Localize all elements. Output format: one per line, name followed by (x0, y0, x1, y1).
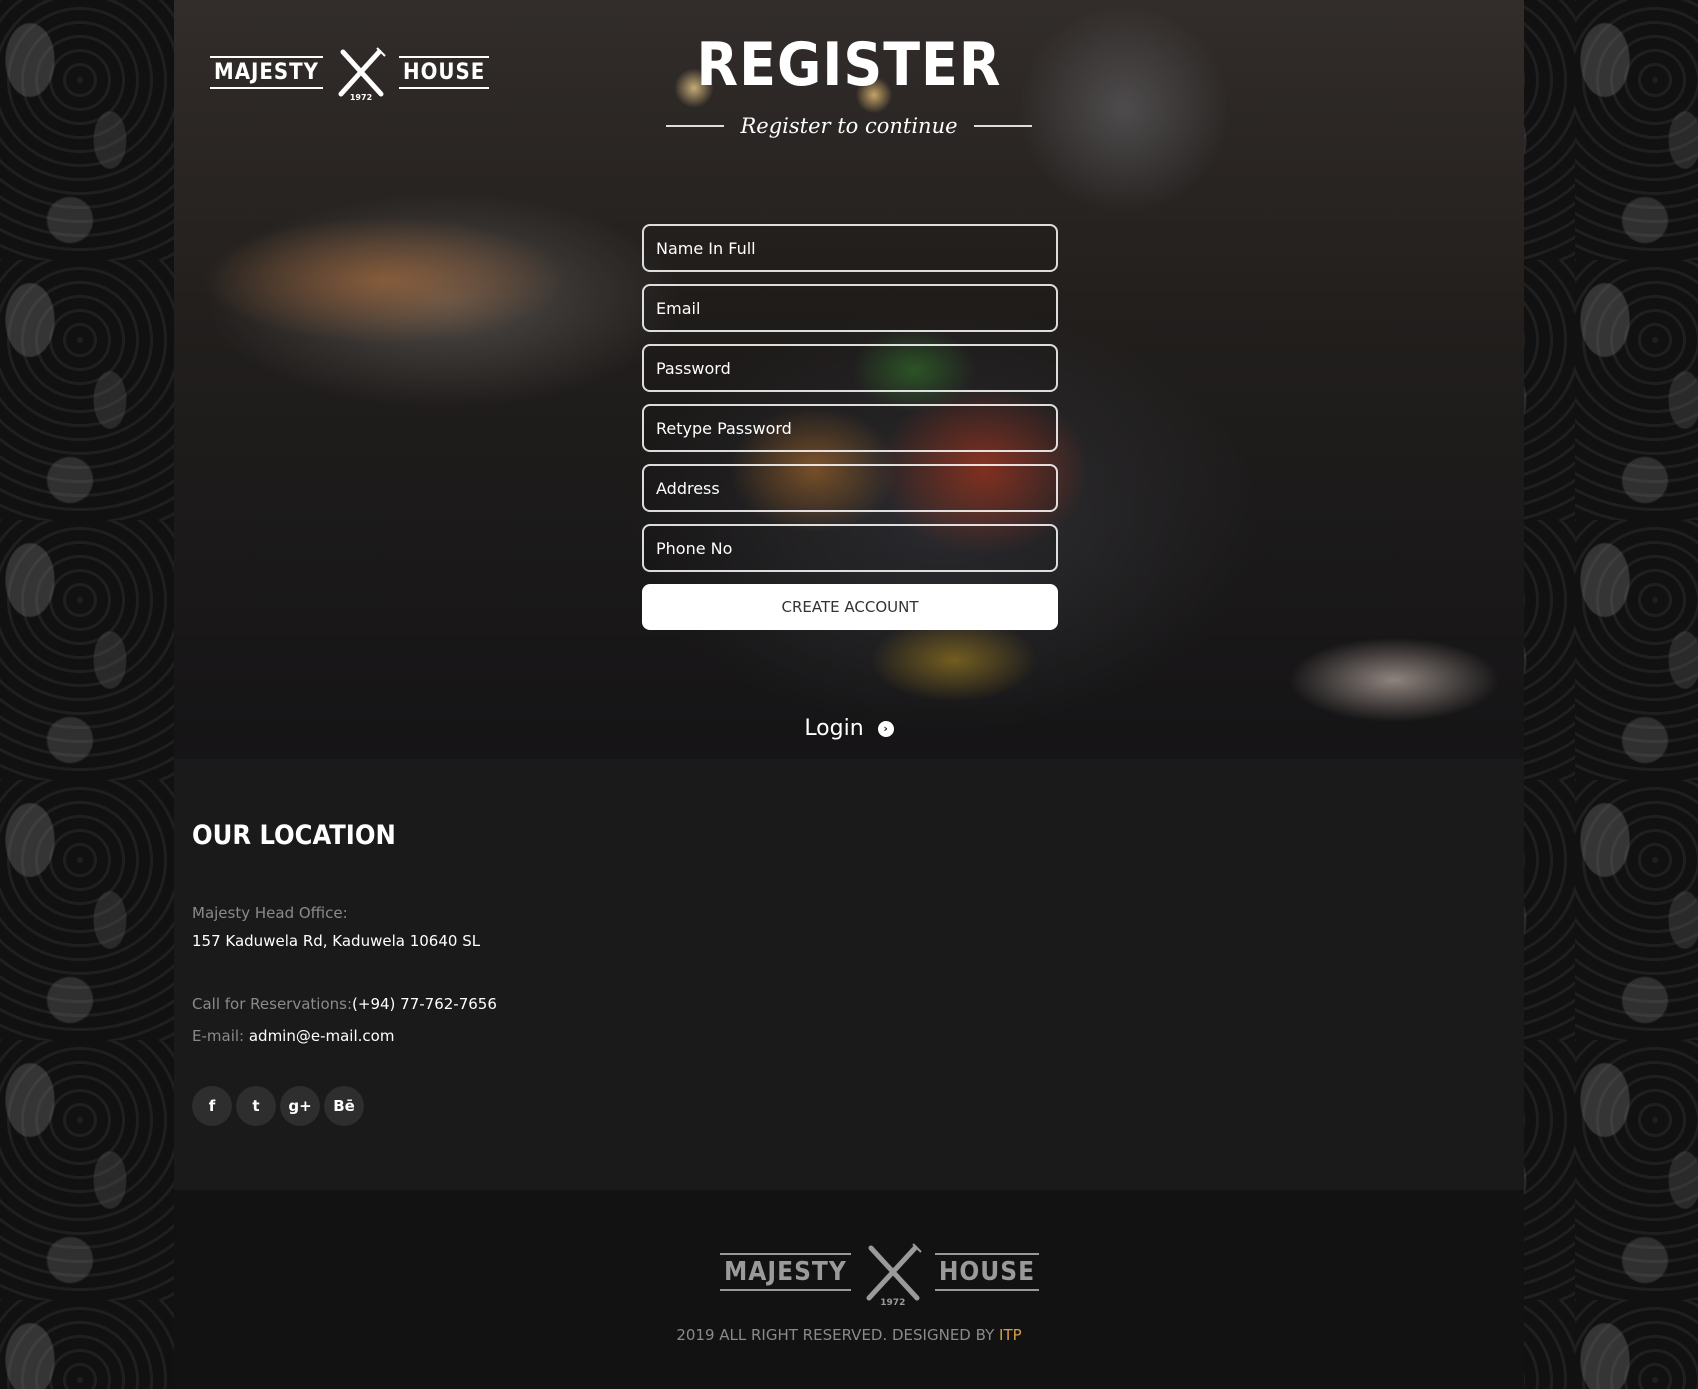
hero-section: MAJESTY 1972 HOUSE REGISTER Register to … (174, 0, 1524, 759)
create-account-button[interactable]: CREATE ACCOUNT (642, 584, 1058, 630)
footer-logo-year: 1972 (880, 1298, 906, 1308)
facebook-icon[interactable]: f (192, 1086, 232, 1126)
behance-icon[interactable]: Bē (324, 1086, 364, 1126)
divider-left (666, 125, 725, 127)
reservation-line: Call for Reservations:(+94) 77-762-7656 (192, 994, 497, 1013)
copyright-prefix: 2019 ALL RIGHT RESERVED. DESIGNED BY (676, 1326, 1000, 1344)
email-field[interactable] (642, 284, 1058, 332)
designer-link[interactable]: ITP (999, 1326, 1022, 1344)
office-label: Majesty Head Office: (192, 904, 348, 922)
divider-right (973, 125, 1032, 127)
email-label: E-mail: (192, 1027, 249, 1045)
fork-knife-icon: 1972 (861, 1240, 925, 1308)
footer-logo[interactable]: MAJESTY 1972 HOUSE (720, 1240, 1040, 1308)
phone-field[interactable] (642, 524, 1058, 572)
reservation-label: Call for Reservations: (192, 995, 353, 1013)
name-field[interactable] (642, 224, 1058, 272)
password-field[interactable] (642, 344, 1058, 392)
google-plus-icon[interactable]: g+ (280, 1086, 320, 1126)
login-link[interactable]: Login › (174, 716, 1524, 741)
social-links: f t g+ Bē (192, 1086, 364, 1126)
page-title: REGISTER (696, 30, 1002, 100)
page-subtitle: Register to continue (740, 114, 958, 138)
register-form: CREATE ACCOUNT (642, 224, 1058, 630)
location-heading: OUR LOCATION (192, 820, 396, 851)
reservation-phone[interactable]: (+94) 77-762-7656 (352, 995, 497, 1013)
email-line: E-mail: admin@e-mail.com (192, 1026, 394, 1045)
footer-logo-word-left: MAJESTY (720, 1253, 851, 1291)
login-label: Login (804, 716, 864, 741)
subtitle-row: Register to continue (174, 114, 1524, 138)
footer-logo-word-right: HOUSE (934, 1253, 1040, 1291)
location-section: OUR LOCATION Majesty Head Office: 157 Ka… (192, 820, 497, 1126)
office-address: 157 Kaduwela Rd, Kaduwela 10640 SL (192, 932, 481, 950)
retype-password-field[interactable] (642, 404, 1058, 452)
twitter-icon[interactable]: t (236, 1086, 276, 1126)
copyright-text: 2019 ALL RIGHT RESERVED. DESIGNED BY ITP (174, 1326, 1524, 1344)
footer: MAJESTY 1972 HOUSE 2019 ALL RIGHT RESERV… (174, 1190, 1524, 1389)
address-field[interactable] (642, 464, 1058, 512)
register-heading-block: REGISTER Register to continue (174, 30, 1524, 138)
page-container: MAJESTY 1972 HOUSE REGISTER Register to … (174, 0, 1524, 1389)
email-address-link[interactable]: admin@e-mail.com (249, 1027, 395, 1045)
arrow-right-circle-icon: › (877, 721, 894, 737)
